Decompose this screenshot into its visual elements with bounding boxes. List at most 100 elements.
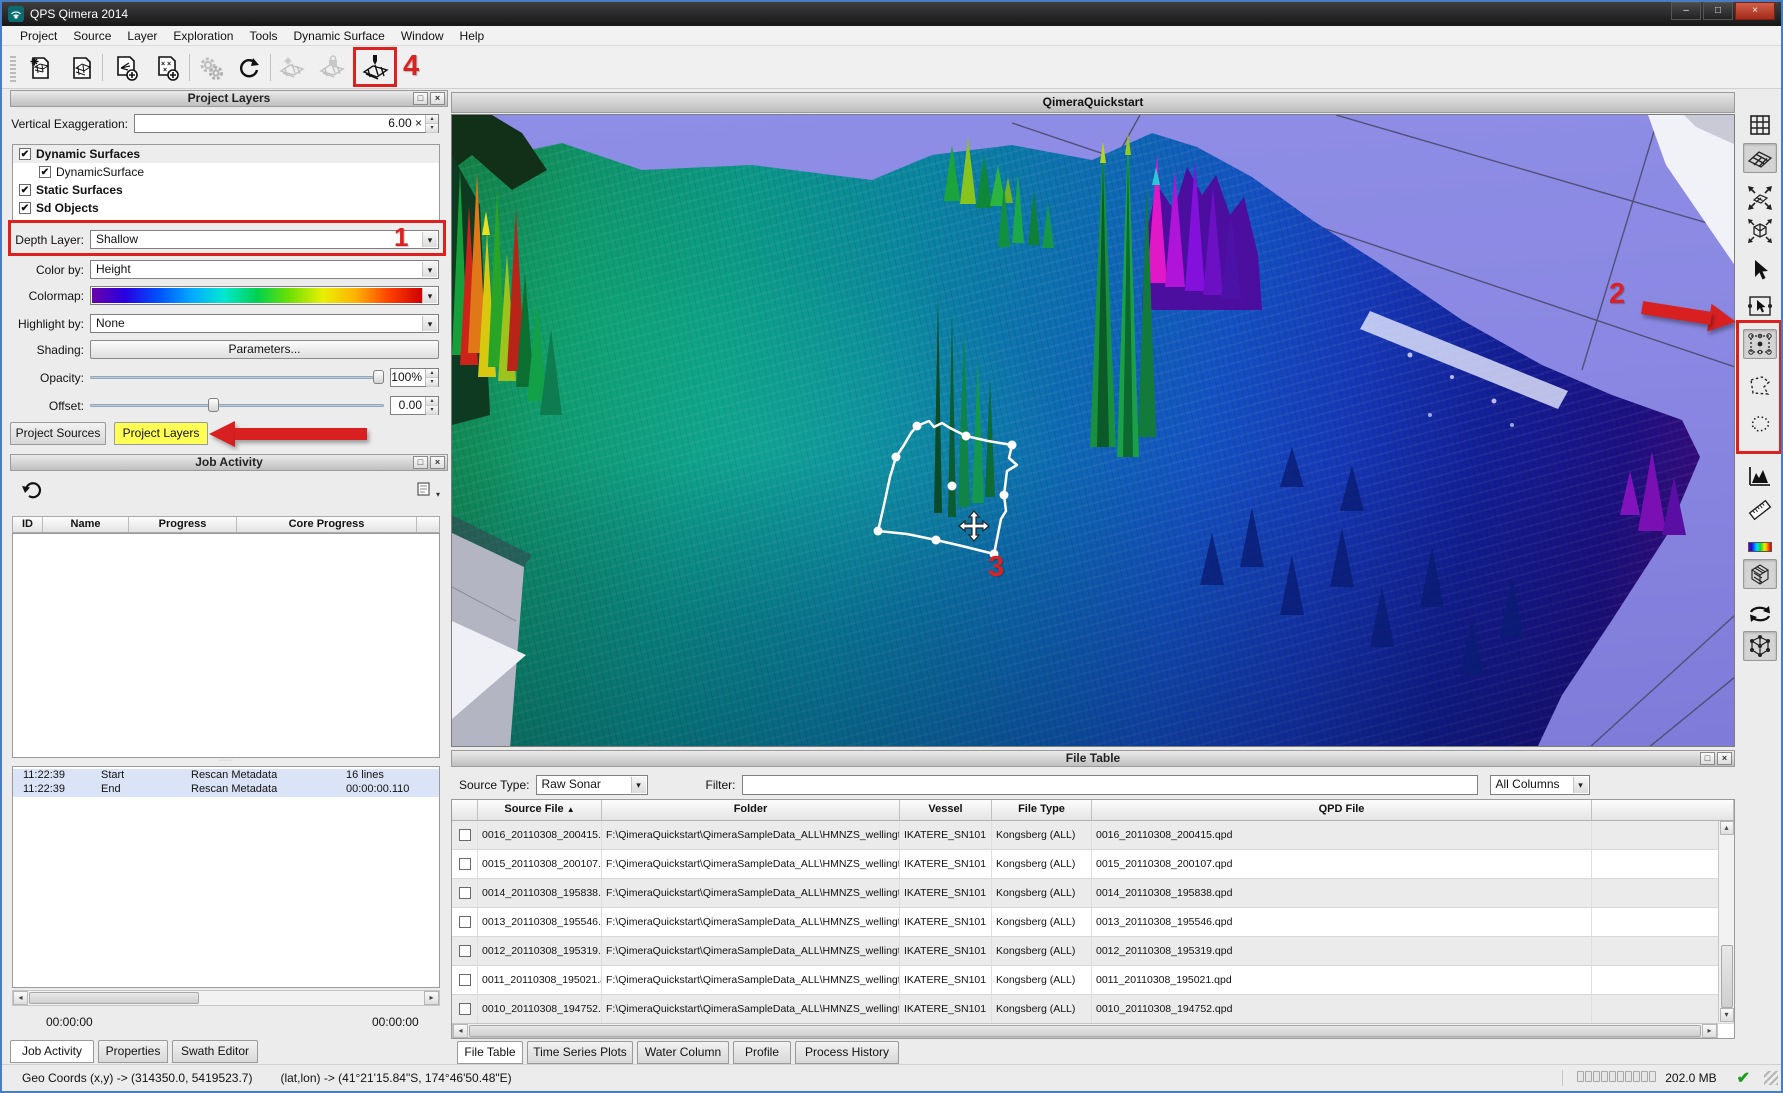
settings-gears-icon[interactable] — [194, 50, 228, 85]
tree-item-dynamic-surfaces[interactable]: ✔ Dynamic Surfaces — [13, 145, 439, 163]
add-raw-sonar-files-button[interactable] — [109, 50, 143, 85]
file-table-hscrollbar[interactable]: ◂ ▸ — [452, 1023, 1718, 1038]
table-row[interactable]: 0011_20110308_195021.all F:\QimeraQuicks… — [452, 966, 1734, 995]
job-table-body[interactable] — [12, 533, 440, 758]
cube-nodes-button[interactable] — [1743, 631, 1777, 661]
job-log-view[interactable]: 11:22:39 Start Rescan Metadata 16 lines … — [12, 766, 440, 988]
new-project-button[interactable] — [22, 50, 56, 85]
colormap-dropdown[interactable]: ▾ — [90, 286, 439, 305]
grid-3d-button[interactable] — [1743, 559, 1777, 589]
filter-input[interactable] — [742, 775, 1478, 795]
offset-slider-track[interactable] — [90, 404, 384, 407]
column-header-id[interactable]: ID — [13, 517, 43, 532]
tree-item-sd-objects[interactable]: ✔ Sd Objects — [13, 199, 439, 217]
panel-splitter[interactable]: ······ — [10, 758, 442, 764]
float-panel-icon[interactable]: □ — [413, 92, 428, 105]
colormap-button[interactable] — [1743, 537, 1777, 557]
scene-window-header[interactable]: QimeraQuickstart — [451, 92, 1735, 113]
depth-layer-dropdown[interactable]: Shallow ▾ — [90, 230, 439, 249]
checkbox-checked[interactable]: ✔ — [39, 166, 51, 178]
vertical-exaggeration-field[interactable]: 6.00 × ▴▾ — [134, 114, 439, 133]
column-header-file-type[interactable]: File Type — [992, 800, 1092, 820]
menu-item[interactable]: Source — [65, 27, 119, 45]
maximize-button[interactable]: □ — [1703, 2, 1733, 20]
lock-surface-button-disabled[interactable] — [315, 50, 349, 85]
offset-slider[interactable] — [90, 396, 384, 415]
close-button[interactable]: × — [1735, 2, 1775, 20]
table-row[interactable]: 0010_20110308_194752.all F:\QimeraQuicks… — [452, 995, 1734, 1024]
row-checkbox[interactable] — [459, 858, 471, 870]
table-row[interactable]: 0016_20110308_200415.all F:\QimeraQuicks… — [452, 821, 1734, 850]
rectangle-selection-button[interactable] — [1743, 329, 1777, 359]
close-panel-icon[interactable]: × — [430, 456, 445, 469]
job-undo-button[interactable] — [20, 478, 44, 502]
tab-file-table[interactable]: File Table — [457, 1041, 523, 1064]
profile-chart-button[interactable] — [1743, 461, 1777, 491]
source-type-dropdown[interactable]: Raw Sonar ▾ — [536, 775, 648, 795]
menu-item[interactable]: Window — [393, 27, 452, 45]
offset-stepper[interactable]: ▴▾ — [425, 397, 438, 414]
resize-grip[interactable] — [1764, 1071, 1778, 1085]
offset-field[interactable]: 0.00 ▴▾ — [390, 396, 439, 415]
scrollbar-thumb[interactable] — [1721, 945, 1733, 1008]
dock-tab-swath-editor[interactable]: Swath Editor — [172, 1040, 258, 1063]
swath-editor-button[interactable] — [358, 50, 392, 85]
select-cursor-button[interactable] — [1743, 255, 1777, 285]
float-panel-icon[interactable]: □ — [413, 456, 428, 469]
dock-tab-properties[interactable]: Properties — [98, 1040, 168, 1063]
menu-item[interactable]: Project — [12, 27, 65, 45]
column-header-vessel[interactable]: Vessel — [900, 800, 992, 820]
vertical-exaggeration-stepper[interactable]: ▴▾ — [425, 115, 438, 132]
table-row[interactable]: 0015_20110308_200107.all F:\QimeraQuicks… — [452, 850, 1734, 879]
opacity-stepper[interactable]: ▴▾ — [425, 369, 438, 386]
color-by-dropdown[interactable]: Height ▾ — [90, 260, 439, 279]
select-in-rect-button[interactable] — [1743, 291, 1777, 321]
column-header-source-file[interactable]: Source File ▲ — [478, 800, 602, 820]
menu-item[interactable]: Tools — [241, 27, 285, 45]
column-header-progress[interactable]: Progress — [129, 517, 237, 532]
table-row[interactable]: 0014_20110308_195838.all F:\QimeraQuicks… — [452, 879, 1734, 908]
minimize-button[interactable]: – — [1671, 2, 1701, 20]
float-panel-icon[interactable]: □ — [1700, 752, 1715, 765]
menu-item[interactable]: Dynamic Surface — [285, 27, 392, 45]
dock-tab-job-activity[interactable]: Job Activity — [10, 1040, 94, 1063]
file-table-vscrollbar[interactable]: ▴ ▾ — [1718, 821, 1734, 1022]
columns-filter-dropdown[interactable]: All Columns ▾ — [1490, 775, 1590, 795]
rotate-view-button[interactable] — [1743, 599, 1777, 629]
row-checkbox[interactable] — [459, 945, 471, 957]
opacity-slider-handle[interactable] — [373, 370, 384, 384]
close-panel-icon[interactable]: × — [1717, 752, 1732, 765]
log-row[interactable]: 11:22:39 End Rescan Metadata 00:00:00.11… — [13, 783, 439, 797]
scroll-right-icon[interactable]: ▸ — [1702, 1024, 1717, 1038]
new-surface-button-disabled[interactable] — [275, 50, 309, 85]
table-row[interactable]: 0012_20110308_195319.all F:\QimeraQuicks… — [452, 937, 1734, 966]
tab-project-sources[interactable]: Project Sources — [10, 422, 106, 445]
column-header-checkbox[interactable] — [452, 800, 478, 820]
lasso-selection-button[interactable] — [1743, 409, 1777, 439]
open-project-button[interactable] — [64, 50, 98, 85]
scrollbar-thumb[interactable] — [469, 1025, 1701, 1037]
job-log-hscrollbar[interactable]: ◂ ▸ — [12, 990, 440, 1006]
checkbox-checked[interactable]: ✔ — [19, 148, 31, 160]
tab-project-layers[interactable]: Project Layers — [114, 422, 208, 445]
polygon-selection-button[interactable] — [1743, 371, 1777, 401]
close-panel-icon[interactable]: × — [430, 92, 445, 105]
zoom-extents-mesh-button[interactable] — [1743, 183, 1777, 213]
add-processed-points-button[interactable]: × ×× — [150, 50, 184, 85]
toolbar-grip[interactable] — [10, 54, 16, 82]
tab-water-column[interactable]: Water Column — [637, 1041, 729, 1064]
scrollbar-thumb[interactable] — [29, 992, 199, 1004]
checkbox-checked[interactable]: ✔ — [19, 202, 31, 214]
scroll-down-icon[interactable]: ▾ — [1720, 1008, 1734, 1022]
row-checkbox[interactable] — [459, 916, 471, 928]
column-header-folder[interactable]: Folder — [602, 800, 900, 820]
row-checkbox[interactable] — [459, 974, 471, 986]
opacity-slider-track[interactable] — [90, 376, 384, 379]
surface-view-button[interactable] — [1743, 143, 1777, 173]
scroll-left-icon[interactable]: ◂ — [13, 991, 28, 1005]
selection-polygon[interactable] — [874, 421, 1018, 559]
tab-process-history[interactable]: Process History — [795, 1041, 899, 1064]
column-header-name[interactable]: Name — [43, 517, 129, 532]
column-header-core-progress[interactable]: Core Progress — [237, 517, 417, 532]
offset-slider-handle[interactable] — [208, 398, 219, 412]
